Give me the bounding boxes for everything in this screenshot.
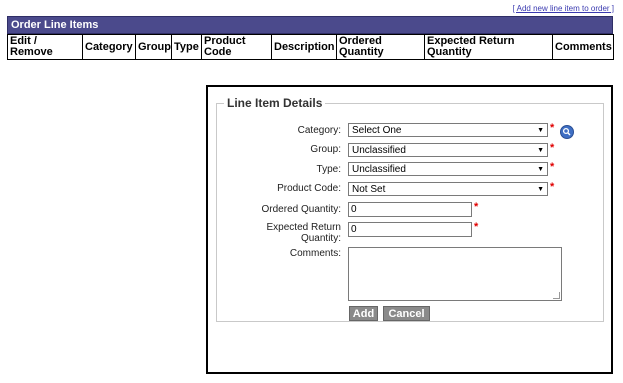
col-ordered-quantity: Ordered Quantity <box>336 34 425 60</box>
expected-return-input[interactable]: 0 <box>348 222 472 237</box>
fieldset-legend: Line Item Details <box>227 96 323 110</box>
comments-textarea[interactable] <box>348 247 562 301</box>
type-label: Type: <box>316 164 341 175</box>
search-icon[interactable] <box>560 125 574 139</box>
required-marker: * <box>550 142 555 154</box>
expected-return-label-line1: Expected Return <box>266 222 342 233</box>
ordered-quantity-input[interactable]: 0 <box>348 202 472 217</box>
category-select[interactable]: Select One ▼ <box>348 123 548 137</box>
line-item-details-fieldset: Line Item Details Category: Select One ▼… <box>216 96 604 322</box>
col-comments: Comments <box>552 34 614 60</box>
product-code-label: Product Code: <box>277 183 341 194</box>
add-button[interactable]: Add <box>349 306 378 321</box>
required-marker: * <box>474 221 479 233</box>
col-expected-return-quantity: Expected Return Quantity <box>424 34 553 60</box>
type-select[interactable]: Unclassified ▼ <box>348 162 548 176</box>
category-value: Select One <box>352 125 402 136</box>
category-label: Category: <box>297 125 341 136</box>
order-line-items-table: Order Line Items Edit / Remove Category … <box>7 16 614 60</box>
chevron-down-icon: ▼ <box>537 127 544 134</box>
table-header-row: Edit / Remove Category Group Type Produc… <box>7 34 614 60</box>
comments-label: Comments: <box>289 248 341 259</box>
table-title: Order Line Items <box>7 16 613 34</box>
col-edit-remove: Edit / Remove <box>7 34 83 60</box>
col-type: Type <box>171 34 202 60</box>
group-select[interactable]: Unclassified ▼ <box>348 143 548 157</box>
product-code-select[interactable]: Not Set ▼ <box>348 182 548 196</box>
col-category: Category <box>82 34 136 60</box>
required-marker: * <box>550 122 555 134</box>
group-value: Unclassified <box>352 145 406 156</box>
chevron-down-icon: ▼ <box>537 147 544 154</box>
chevron-down-icon: ▼ <box>537 166 544 173</box>
line-item-dialog: Line Item Details Category: Select One ▼… <box>206 85 613 374</box>
col-product-code: Product Code <box>201 34 272 60</box>
col-group: Group <box>135 34 172 60</box>
required-marker: * <box>550 181 555 193</box>
required-marker: * <box>474 201 479 213</box>
group-label: Group: <box>310 144 341 155</box>
resize-grip-icon[interactable] <box>553 292 560 299</box>
required-marker: * <box>550 161 555 173</box>
cancel-button[interactable]: Cancel <box>383 306 430 321</box>
expected-return-label-line2: Quantity: <box>300 233 341 244</box>
chevron-down-icon: ▼ <box>537 186 544 193</box>
product-code-value: Not Set <box>352 184 386 195</box>
ordered-quantity-label: Ordered Quantity: <box>261 204 341 215</box>
line-items-grid: Edit / Remove Category Group Type Produc… <box>7 34 614 60</box>
type-value: Unclassified <box>352 164 406 175</box>
add-line-item-link[interactable]: [ Add new line item to order ] <box>513 4 614 13</box>
col-description: Description <box>271 34 337 60</box>
